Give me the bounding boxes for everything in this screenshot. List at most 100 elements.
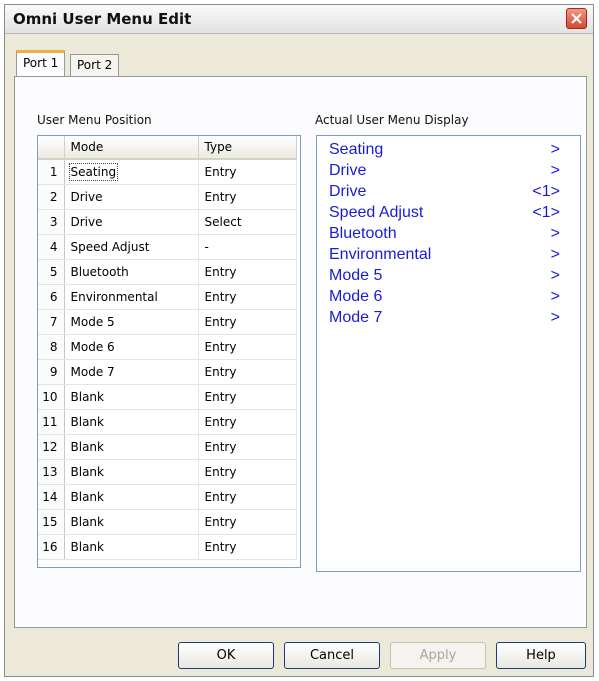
row-number: 8 [38,334,65,360]
column-header-index [38,136,65,160]
mode-cell[interactable]: Blank [64,484,199,510]
column-header-mode: Mode [64,136,199,160]
table-row[interactable]: 14 Blank Entry [38,484,297,510]
type-cell[interactable]: Entry [198,309,297,335]
table-row[interactable]: 11 Blank Entry [38,409,297,435]
row-number: 5 [38,259,65,285]
row-number: 3 [38,209,65,235]
display-item-name: Seating [329,141,384,158]
mode-cell[interactable]: Blank [64,534,199,560]
mode-cell[interactable]: Speed Adjust [64,234,199,260]
table-row[interactable]: 1 Seating Entry [38,159,297,185]
type-cell[interactable]: Entry [198,409,297,435]
row-number: 15 [38,509,65,535]
apply-button[interactable]: Apply [390,642,486,669]
mode-cell[interactable]: Blank [64,459,199,485]
tab-port-2[interactable]: Port 2 [70,54,120,76]
display-item: Seating > [317,139,580,160]
user-menu-position-label: User Menu Position [37,113,152,127]
row-number: 12 [38,434,65,460]
type-cell[interactable]: - [198,234,297,260]
display-item: Drive > [317,160,580,181]
mode-cell[interactable]: Drive [64,184,199,210]
type-cell[interactable]: Entry [198,359,297,385]
mode-cell[interactable]: Mode 7 [64,359,199,385]
display-item: Bluetooth > [317,223,580,244]
mode-cell[interactable]: Mode 6 [64,334,199,360]
user-menu-grid[interactable]: Mode Type 1 Seating Entry 2 Drive Entry [37,135,301,568]
table-row[interactable]: 13 Blank Entry [38,459,297,485]
table-row[interactable]: 15 Blank Entry [38,509,297,535]
mode-cell[interactable]: Drive [64,209,199,235]
window-title: Omni User Menu Edit [13,10,192,28]
dialog-window: Omni User Menu Edit Port 1 Port 2 User M… [4,4,594,677]
mode-cell[interactable]: Blank [64,384,199,410]
row-number: 16 [38,534,65,560]
close-button[interactable] [566,8,587,29]
display-item: Drive <1> [317,181,580,202]
table-header: Mode Type [38,136,297,160]
display-item: Mode 5 > [317,265,580,286]
help-button[interactable]: Help [496,642,586,669]
display-item-name: Mode 7 [329,309,383,326]
type-cell[interactable]: Entry [198,184,297,210]
type-cell[interactable]: Entry [198,534,297,560]
ok-button[interactable]: OK [178,642,274,669]
type-cell[interactable]: Entry [198,334,297,360]
type-cell[interactable]: Entry [198,259,297,285]
display-item: Mode 7 > [317,307,580,328]
close-icon [571,13,582,24]
table-row[interactable]: 16 Blank Entry [38,534,297,560]
display-item-indicator: > [550,162,560,179]
row-number: 1 [38,159,65,185]
mode-cell[interactable]: Blank [64,409,199,435]
mode-cell[interactable]: Environmental [64,284,199,310]
display-item-name: Drive [329,162,367,179]
table-row[interactable]: 12 Blank Entry [38,434,297,460]
table-row[interactable]: 2 Drive Entry [38,184,297,210]
table-row[interactable]: 4 Speed Adjust - [38,234,297,260]
display-item-indicator: > [550,225,560,242]
display-item-indicator: <1> [532,183,560,200]
table-row[interactable]: 3 Drive Select [38,209,297,235]
row-number: 2 [38,184,65,210]
type-cell[interactable]: Entry [198,284,297,310]
display-item: Speed Adjust <1> [317,202,580,223]
type-cell[interactable]: Entry [198,484,297,510]
display-item: Environmental > [317,244,580,265]
display-item-name: Bluetooth [329,225,397,242]
type-cell[interactable]: Entry [198,159,297,185]
row-number: 11 [38,409,65,435]
type-cell[interactable]: Entry [198,509,297,535]
display-item-indicator: > [550,309,560,326]
display-item-indicator: > [550,288,560,305]
menu-table: Mode Type 1 Seating Entry 2 Drive Entry [38,136,297,560]
table-row[interactable]: 6 Environmental Entry [38,284,297,310]
row-number: 9 [38,359,65,385]
table-row[interactable]: 10 Blank Entry [38,384,297,410]
tab-label: Port 2 [77,58,113,72]
table-row[interactable]: 7 Mode 5 Entry [38,309,297,335]
mode-cell[interactable]: Seating [64,159,199,185]
type-cell[interactable]: Entry [198,384,297,410]
mode-cell[interactable]: Bluetooth [64,259,199,285]
type-cell[interactable]: Select [198,209,297,235]
mode-cell[interactable]: Blank [64,434,199,460]
type-cell[interactable]: Entry [198,434,297,460]
mode-text: Seating [68,163,119,181]
cancel-button[interactable]: Cancel [284,642,380,669]
row-number: 4 [38,234,65,260]
table-row[interactable]: 8 Mode 6 Entry [38,334,297,360]
actual-user-menu-display-label: Actual User Menu Display [315,113,469,127]
tab-port-1[interactable]: Port 1 [16,50,66,76]
row-number: 10 [38,384,65,410]
display-item-name: Environmental [329,246,432,263]
type-cell[interactable]: Entry [198,459,297,485]
mode-cell[interactable]: Mode 5 [64,309,199,335]
table-row[interactable]: 9 Mode 7 Entry [38,359,297,385]
mode-cell[interactable]: Blank [64,509,199,535]
display-item-name: Mode 5 [329,267,383,284]
display-item-name: Mode 6 [329,288,383,305]
table-row[interactable]: 5 Bluetooth Entry [38,259,297,285]
display-item-indicator: > [550,246,560,263]
